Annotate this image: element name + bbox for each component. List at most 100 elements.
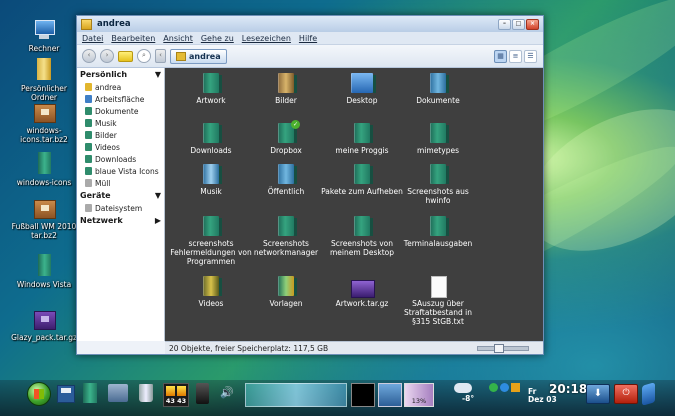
menu-view[interactable]: Ansicht [163,34,193,43]
sidebar-item-desktop[interactable]: Arbeitsfläche [77,93,164,105]
sidebar-item-downloads[interactable]: Downloads [77,153,164,165]
file-item[interactable]: Bilder [245,73,327,105]
task-thumbnails[interactable] [245,383,347,407]
expand-icon[interactable]: ▶ [155,216,161,225]
file-item[interactable]: Screenshots aus hwinfo [397,164,479,205]
media-player-launcher[interactable] [196,383,209,404]
location-button[interactable]: andrea [170,48,227,64]
window-thumbnail[interactable] [378,383,402,407]
toolbar: ‹ › ⌕ ‹ andrea ▦ ≡ ☰ [77,45,543,68]
file-item[interactable]: Pakete zum Aufheben [321,164,403,196]
file-item[interactable]: Downloads [170,123,252,155]
sidebar-item-filesystem[interactable]: Dateisystem [77,202,164,214]
search-button[interactable]: ⌕ [137,49,151,63]
menu-go[interactable]: Gehe zu [201,34,234,43]
close-button[interactable]: × [526,18,539,30]
sidebar-section-personal[interactable]: Persönlich ▼ [77,68,164,81]
desktop-icon-home[interactable]: Persönlicher Ordner [9,58,79,102]
desktop-icon-label: Rechner [28,44,60,53]
cpu-monitor[interactable]: 43 43 [163,383,189,407]
path-left-button[interactable]: ‹ [155,49,166,63]
sidebar-item-pictures[interactable]: Bilder [77,129,164,141]
trash-launcher[interactable] [139,384,153,402]
desktop-icon-archive[interactable]: Glazy_pack.tar.gz [9,307,79,342]
minimize-button[interactable]: – [498,18,511,30]
compact-view-button[interactable]: ☰ [524,49,537,63]
desktop-icon-computer[interactable]: Rechner [9,18,79,53]
collapse-icon[interactable]: ▼ [155,191,161,200]
sidebar-item-andrea[interactable]: andrea [77,81,164,93]
sidebar-header: Netzwerk [80,216,123,225]
shutdown-button[interactable]: ⏻ [614,384,638,404]
forward-button[interactable]: › [100,49,114,63]
menu-edit[interactable]: Bearbeiten [111,34,155,43]
file-item[interactable]: Screenshots von meinem Desktop [321,216,403,257]
network-launcher[interactable] [108,384,128,402]
desktop-pager[interactable]: 13% [404,383,434,407]
file-item[interactable]: Musik [170,164,252,196]
menu-help[interactable]: Hilfe [299,34,317,43]
sidebar-item-vista-icons[interactable]: blaue Vista Icons [77,165,164,177]
file-item[interactable]: ✓ Dropbox [245,120,327,155]
file-item[interactable]: Screenshots networkmanager [245,216,327,257]
status-text: 20 Objekte, freier Speicherplatz: 117,5 … [169,344,329,353]
icon-view-button[interactable]: ▦ [494,49,507,63]
terminal-thumbnail[interactable] [351,383,375,407]
home-button[interactable] [118,50,133,62]
folder-icon [203,73,222,93]
desktop-icon-folder[interactable]: Windows Vista [9,254,79,289]
location-label: andrea [189,51,221,61]
sidebar-header: Geräte [80,191,111,200]
home-folder-icon [32,58,56,82]
file-item[interactable]: Dokumente [397,73,479,105]
sidebar-item-documents[interactable]: Dokumente [77,105,164,117]
file-item[interactable]: Desktop [321,73,403,105]
file-item[interactable]: mimetypes [397,123,479,155]
desktop-icon-archive[interactable]: windows-icons.tar.bz2 [9,100,79,144]
network-tray-icon [489,383,498,392]
sidebar-item-videos[interactable]: Videos [77,141,164,153]
folder-launcher[interactable] [83,383,97,403]
sidebar-section-network[interactable]: Netzwerk ▶ [77,214,164,227]
menu-bookmarks[interactable]: Lesezeichen [242,34,291,43]
file-item[interactable]: Öffentlich [245,164,327,196]
zoom-slider[interactable] [477,344,529,353]
sidebar-section-devices[interactable]: Geräte ▼ [77,189,164,202]
archive-icon [351,280,375,298]
shield-tray-icon [511,383,520,392]
weather-applet[interactable]: -8° [450,383,484,405]
desktop-icon-folder[interactable]: windows-icons [9,152,79,187]
check-badge-icon: ✓ [291,120,300,129]
power-icon: ⏻ [622,388,630,398]
desktop-icon-label: windows-icons.tar.bz2 [20,126,68,144]
file-item[interactable]: Vorlagen [245,276,327,308]
sidebar-item-music[interactable]: Musik [77,117,164,129]
archive-icon [32,100,56,124]
file-item[interactable]: Artwork [170,73,252,105]
clock-time[interactable]: 20:18 [549,382,587,396]
file-item[interactable]: SAuszug über Straftatbestand in §315 StG… [397,276,479,326]
settings-launcher[interactable] [642,382,656,406]
sidebar-item-trash[interactable]: Müll [77,177,164,189]
file-item[interactable]: meine Proggis [321,123,403,155]
logout-button[interactable]: ⬇ [586,384,610,404]
file-item[interactable]: screenshots Fehlermeldungen von Programm… [170,216,252,266]
start-button[interactable] [27,382,51,406]
menu-file[interactable]: Datei [82,34,103,43]
collapse-icon[interactable]: ▼ [155,70,161,79]
desktop-icon-archive[interactable]: Fußball WM 2010 tar.bz2 [9,196,79,240]
list-view-button[interactable]: ≡ [509,49,522,63]
save-launcher[interactable] [57,385,75,403]
zoom-slider-knob[interactable] [494,344,504,353]
volume-icon[interactable]: 🔊 [220,386,242,400]
window-titlebar[interactable]: andrea – □ × [77,16,543,32]
templates-folder-icon [278,276,297,296]
music-folder-icon [203,164,222,184]
back-button[interactable]: ‹ [82,49,96,63]
folder-icon [32,152,56,176]
file-item[interactable]: Videos [170,276,252,308]
file-item[interactable]: Artwork.tar.gz [321,276,403,308]
tray-icons[interactable] [489,383,523,405]
file-item[interactable]: Terminalausgaben [397,216,479,248]
maximize-button[interactable]: □ [512,18,525,30]
